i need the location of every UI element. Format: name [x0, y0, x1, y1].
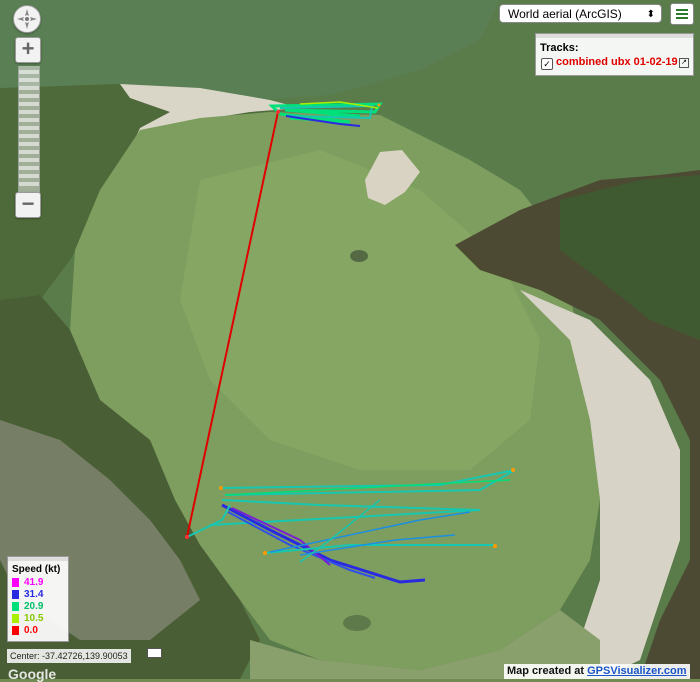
zoom-in-button[interactable]: +	[15, 37, 41, 63]
zoom-slider[interactable]	[18, 66, 40, 194]
satellite-map[interactable]	[0, 0, 700, 679]
panel-drag-handle[interactable]	[536, 34, 693, 38]
track-checkbox[interactable]: ✓	[541, 58, 553, 70]
gpsvisualizer-link[interactable]: GPSVisualizer.com	[587, 665, 686, 677]
map-type-value: World aerial (ArcGIS)	[508, 7, 622, 21]
legend-swatch	[12, 626, 19, 635]
map-type-select[interactable]: World aerial (ArcGIS) ⬍	[499, 4, 662, 23]
legend-value: 20.9	[24, 601, 44, 612]
tracks-panel: Tracks: ✓ combined ubx 01-02-19 ↗	[535, 33, 694, 76]
ruler-icon[interactable]	[147, 648, 162, 658]
menu-icon-bar	[676, 13, 688, 15]
center-coordinates: Center: -37.42726,139.90053	[7, 649, 131, 663]
legend-swatch	[12, 614, 19, 623]
panel-drag-handle[interactable]	[8, 557, 68, 561]
legend-swatch	[12, 578, 19, 587]
external-link-icon[interactable]: ↗	[679, 58, 689, 68]
island-small	[350, 250, 368, 262]
zoom-out-button[interactable]: −	[15, 192, 41, 218]
legend-swatch	[12, 602, 19, 611]
legend-value: 10.5	[24, 613, 44, 624]
credit-prefix: Map created at	[507, 665, 585, 677]
menu-icon-bar	[676, 17, 688, 19]
legend-value: 31.4	[24, 589, 44, 600]
tracks-title: Tracks:	[540, 42, 579, 54]
track-name[interactable]: combined ubx 01-02-19	[556, 56, 678, 68]
legend-title: Speed (kt)	[12, 564, 61, 575]
map-credit: Map created at GPSVisualizer.com	[504, 664, 690, 679]
menu-button[interactable]	[670, 3, 694, 25]
island-south	[343, 615, 371, 631]
google-logo: Google	[8, 666, 57, 682]
legend-value: 41.9	[24, 577, 44, 588]
select-arrows-icon: ⬍	[646, 9, 655, 20]
compass-icon[interactable]	[13, 5, 41, 33]
menu-icon	[676, 9, 688, 11]
legend-value: 0.0	[24, 625, 38, 636]
legend-swatch	[12, 590, 19, 599]
speed-legend: Speed (kt) 41.9 31.4 20.9 10.5 0.0	[7, 556, 69, 642]
